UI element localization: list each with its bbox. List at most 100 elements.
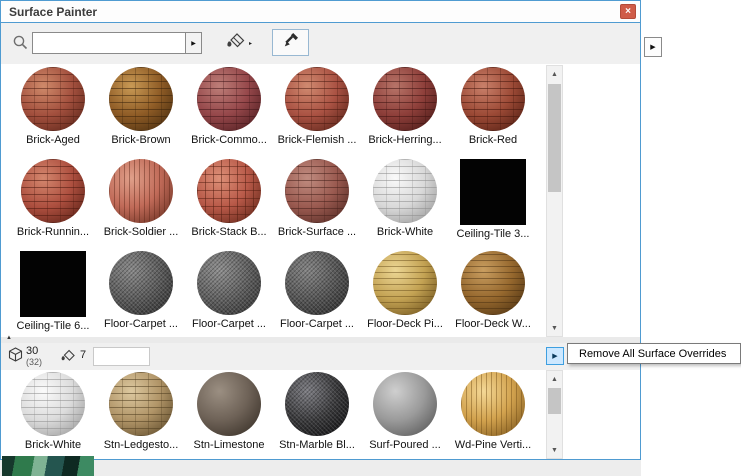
- scroll-down-button[interactable]: ▼: [547, 442, 562, 458]
- scroll-up-button[interactable]: ▲: [547, 371, 562, 387]
- material-label: Brick-Soldier ...: [104, 226, 179, 238]
- material-thumbnail: [373, 159, 437, 223]
- surfaces-count: 30: [26, 346, 42, 356]
- material-item[interactable]: Floor-Deck W...: [449, 251, 537, 337]
- window-title: Surface Painter: [9, 5, 620, 19]
- material-label: Stn-Limestone: [194, 439, 265, 451]
- material-thumbnail: [373, 372, 437, 436]
- overrides-count: 7: [80, 349, 86, 361]
- scroll-up-button[interactable]: ▲: [547, 66, 562, 82]
- material-label: Brick-Red: [469, 134, 517, 146]
- material-thumbnail: [197, 372, 261, 436]
- material-item[interactable]: Brick-Flemish ...: [273, 67, 361, 153]
- material-item[interactable]: Brick-White: [361, 159, 449, 245]
- material-item[interactable]: Brick-Aged: [9, 67, 97, 153]
- splitter-grip-icon: ▲: [6, 335, 12, 341]
- scrollbar-thumb[interactable]: [548, 388, 561, 414]
- overrides-flyout-button[interactable]: ▶: [546, 347, 564, 365]
- search-input[interactable]: [32, 32, 186, 54]
- paint-bucket-icon: [224, 31, 246, 55]
- material-thumbnail: [460, 159, 526, 225]
- material-item[interactable]: Brick-Runnin...: [9, 159, 97, 245]
- material-item[interactable]: Brick-Red: [449, 67, 537, 153]
- material-item[interactable]: Floor-Carpet ...: [185, 251, 273, 337]
- material-item[interactable]: Brick-Stack B...: [185, 159, 273, 245]
- material-label: Ceiling-Tile 3...: [457, 228, 530, 240]
- material-item[interactable]: Brick-Herring...: [361, 67, 449, 153]
- material-item[interactable]: Brick-Commo...: [185, 67, 273, 153]
- material-label: Floor-Carpet ...: [280, 318, 354, 330]
- material-label: Floor-Carpet ...: [104, 318, 178, 330]
- eyedropper-button[interactable]: [272, 29, 309, 56]
- status-bar: 30 (32) 7 ▶: [1, 343, 640, 370]
- overrides-scrollbar[interactable]: ▲ ▼: [546, 370, 563, 459]
- material-label: Brick-Brown: [111, 134, 170, 146]
- material-item[interactable]: Floor-Deck Pi...: [361, 251, 449, 337]
- paint-bucket-dropdown-icon: ▸: [249, 40, 252, 47]
- titlebar[interactable]: Surface Painter ×: [1, 1, 640, 23]
- material-item[interactable]: Brick-Surface ...: [273, 159, 361, 245]
- material-item[interactable]: Surf-Poured ...: [361, 372, 449, 458]
- material-label: Brick-Runnin...: [17, 226, 89, 238]
- material-item[interactable]: Brick-Brown: [97, 67, 185, 153]
- material-thumbnail: [285, 159, 349, 223]
- material-label: Brick-Surface ...: [278, 226, 356, 238]
- background-window-fragment: [2, 456, 94, 476]
- search-icon: [12, 34, 29, 56]
- material-item[interactable]: Stn-Marble Bl...: [273, 372, 361, 458]
- material-item[interactable]: Stn-Ledgesto...: [97, 372, 185, 458]
- material-label: Wd-Pine Verti...: [455, 439, 531, 451]
- material-item[interactable]: Wd-Pine Verti...: [449, 372, 537, 458]
- background-strip: [0, 460, 641, 476]
- material-thumbnail: [285, 372, 349, 436]
- material-item[interactable]: Stn-Limestone: [185, 372, 273, 458]
- material-thumbnail: [461, 372, 525, 436]
- surface-painter-window: Surface Painter × ▶ ▸: [0, 0, 641, 460]
- material-thumbnail: [21, 372, 85, 436]
- material-item[interactable]: Brick-Soldier ...: [97, 159, 185, 245]
- panel-flyout-button[interactable]: ▶: [644, 37, 662, 57]
- material-thumbnail: [197, 251, 261, 315]
- search-dropdown-button[interactable]: ▶: [185, 32, 202, 54]
- status-field[interactable]: [93, 347, 150, 366]
- scrollbar-thumb[interactable]: [548, 84, 561, 192]
- close-button[interactable]: ×: [620, 4, 636, 19]
- material-thumbnail: [197, 67, 261, 131]
- material-label: Stn-Ledgesto...: [104, 439, 179, 451]
- catalog-grid: Brick-Aged Brick-Brown Brick-Commo... Brick…: [9, 67, 537, 337]
- material-thumbnail: [109, 67, 173, 131]
- overrides-grid: Brick-White Stn-Ledgesto... Stn-Limestone S…: [9, 372, 537, 458]
- material-thumbnail: [285, 67, 349, 131]
- eyedropper-icon: [282, 31, 300, 54]
- toolbar: ▶ ▸: [1, 23, 640, 64]
- menu-item-remove-all-surface-overrides[interactable]: Remove All Surface Overrides: [568, 348, 726, 360]
- surfaces-count-block: 30 (32): [26, 346, 42, 367]
- material-thumbnail: [21, 159, 85, 223]
- material-item[interactable]: Floor-Carpet ...: [273, 251, 361, 337]
- surfaces-total: (32): [26, 357, 42, 367]
- material-item[interactable]: Ceiling-Tile 3...: [449, 159, 537, 245]
- material-thumbnail: [461, 251, 525, 315]
- material-thumbnail: [20, 251, 86, 317]
- material-label: Ceiling-Tile 6...: [17, 320, 90, 332]
- catalog-scrollbar[interactable]: ▲ ▼: [546, 65, 563, 337]
- material-thumbnail: [285, 251, 349, 315]
- cube-icon: [8, 347, 23, 367]
- scroll-down-button[interactable]: ▼: [547, 320, 562, 336]
- material-label: Surf-Poured ...: [369, 439, 441, 451]
- material-item[interactable]: Ceiling-Tile 6...: [9, 251, 97, 337]
- material-label: Brick-Commo...: [191, 134, 267, 146]
- material-item[interactable]: Brick-White: [9, 372, 97, 458]
- material-thumbnail: [21, 67, 85, 131]
- paint-bucket-small-icon: [59, 348, 76, 368]
- material-thumbnail: [197, 159, 261, 223]
- material-label: Brick-Herring...: [368, 134, 441, 146]
- material-item[interactable]: Floor-Carpet ...: [97, 251, 185, 337]
- paint-bucket-button[interactable]: ▸: [215, 30, 261, 56]
- material-label: Brick-Aged: [26, 134, 80, 146]
- material-thumbnail: [109, 159, 173, 223]
- material-label: Floor-Deck Pi...: [367, 318, 443, 330]
- material-thumbnail: [373, 67, 437, 131]
- material-label: Floor-Deck W...: [455, 318, 531, 330]
- material-thumbnail: [373, 251, 437, 315]
